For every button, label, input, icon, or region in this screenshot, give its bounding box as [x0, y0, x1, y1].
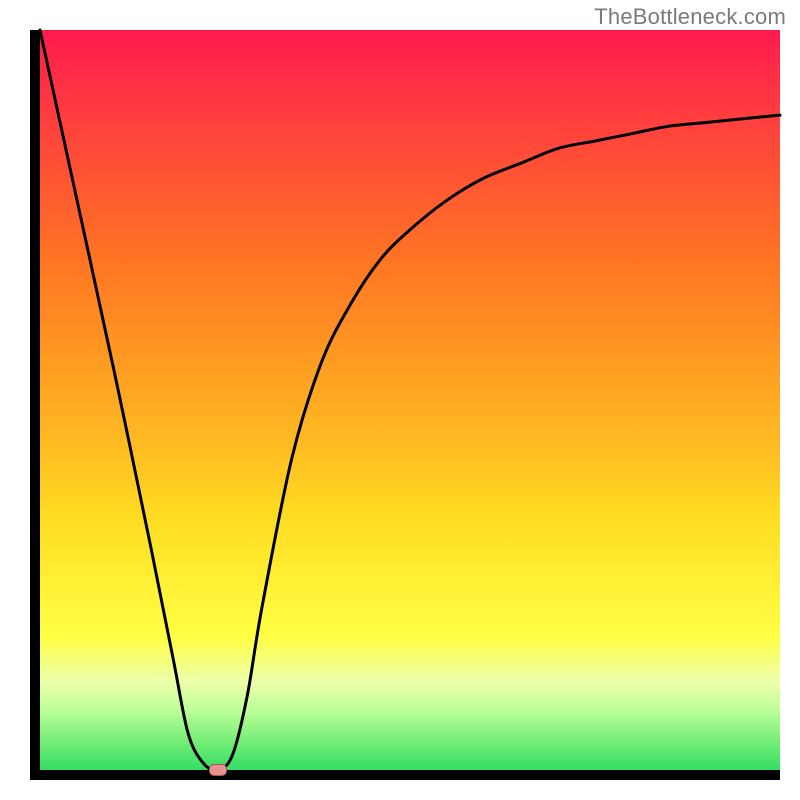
bottleneck-curve — [40, 30, 780, 770]
watermark-text: TheBottleneck.com — [594, 4, 786, 30]
optimal-point-marker — [209, 764, 227, 776]
chart-container: TheBottleneck.com — [0, 0, 800, 800]
curve-svg — [40, 30, 780, 770]
plot-area — [30, 30, 780, 780]
